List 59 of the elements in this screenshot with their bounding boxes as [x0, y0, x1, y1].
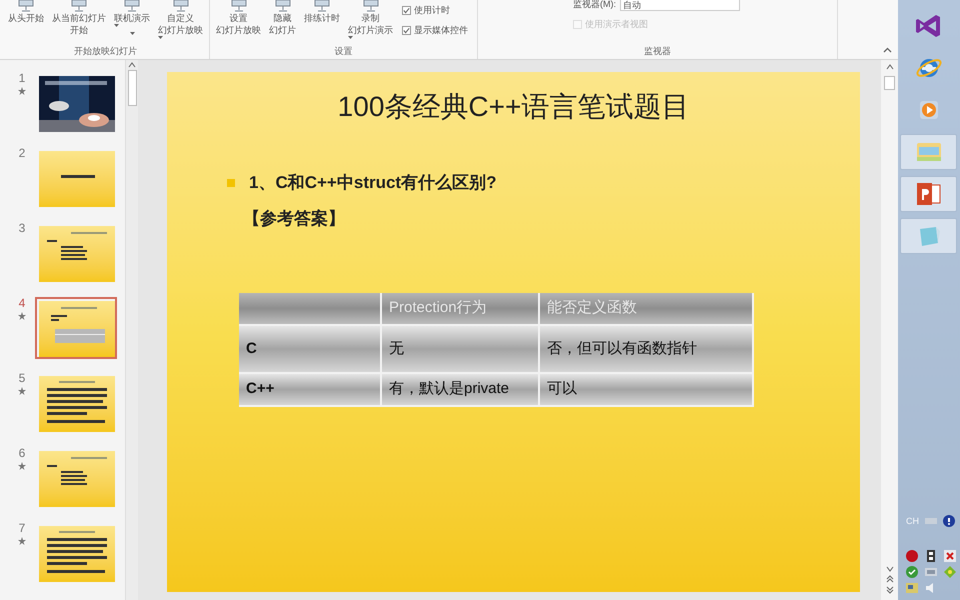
slide-number: 4 — [18, 297, 26, 310]
projector-icon — [362, 0, 380, 12]
table-cell: 有，默认是private — [381, 373, 539, 406]
ribbon-button[interactable]: 隐藏 幻灯片 — [266, 0, 299, 36]
checkbox[interactable]: 显示媒体控件 — [402, 24, 468, 37]
network-error-icon[interactable] — [944, 550, 956, 562]
record-icon[interactable] — [906, 550, 918, 562]
text-lines-drawing — [51, 307, 105, 343]
slide-number: 1 — [18, 72, 26, 85]
ribbon-button[interactable]: 从当前幻灯片 开始 — [49, 0, 109, 36]
bullet-icon — [227, 178, 235, 187]
projector-icon — [70, 0, 88, 12]
scroll-thumb[interactable] — [884, 76, 895, 90]
group-label: 开始放映幻灯片 — [74, 45, 137, 58]
check-icon — [403, 7, 410, 14]
ribbon-button[interactable]: 排练计时 — [301, 0, 343, 24]
projector-icon — [172, 0, 190, 12]
taskbar-button[interactable] — [900, 176, 957, 212]
scrollbar[interactable] — [125, 60, 138, 600]
table-cell: C++ — [239, 373, 381, 406]
monitor-dropdown[interactable]: 自动 — [620, 0, 740, 11]
film-icon[interactable] — [925, 550, 937, 562]
projector-icon — [123, 0, 141, 12]
ribbon-button[interactable]: 设置 幻灯片放映 — [213, 0, 264, 36]
projector-icon — [274, 0, 292, 12]
slide-number: 2 — [18, 147, 26, 160]
slide-number: 5 — [18, 372, 26, 385]
group-label: 设置 — [334, 45, 352, 58]
collapse-ribbon-icon[interactable] — [883, 47, 892, 53]
slide-number: 6 — [18, 447, 26, 460]
projector-icon — [313, 0, 331, 12]
scroll-thumb[interactable] — [128, 70, 136, 106]
slide-number: 7 — [18, 522, 26, 535]
window-icon[interactable] — [906, 582, 918, 594]
scroll-up-icon[interactable] — [128, 62, 136, 68]
table-cell: 可以 — [539, 373, 753, 406]
group-label: 监视器 — [644, 45, 671, 58]
answer-label: 【参考答案】 — [243, 208, 346, 230]
next-slide-icon[interactable] — [886, 586, 894, 594]
table-header-cell: Protection行为 — [381, 293, 539, 325]
scroll-up-icon[interactable] — [886, 64, 894, 70]
slide-number: 3 — [18, 222, 26, 235]
ribbon-button[interactable]: 联机演示 — [111, 0, 153, 39]
table-header-cell: 能否定义函数 — [539, 293, 753, 325]
shield-icon[interactable] — [906, 566, 918, 578]
checkbox[interactable]: 使用计时 — [402, 4, 468, 18]
check-icon — [403, 26, 410, 34]
table-cell: C — [239, 325, 381, 373]
scroll-down-icon[interactable] — [886, 566, 894, 572]
ribbon-button[interactable]: 录制 幻灯片演示 — [345, 0, 396, 39]
ribbon-button[interactable]: 自定义 幻灯片放映 — [155, 0, 206, 39]
table-cell: 无 — [381, 325, 539, 373]
projector-icon — [17, 0, 35, 12]
projector-icon — [230, 0, 248, 12]
table-cell: 否，但可以有函数指针 — [539, 325, 753, 373]
previous-slide-icon[interactable] — [886, 575, 894, 583]
ribbon-button[interactable]: 从头开始 — [5, 0, 47, 24]
slide-title: 100条经典C++语言笔试题目 — [338, 90, 690, 124]
bullet-text: 1、C和C++中struct有什么区别? — [249, 172, 496, 194]
